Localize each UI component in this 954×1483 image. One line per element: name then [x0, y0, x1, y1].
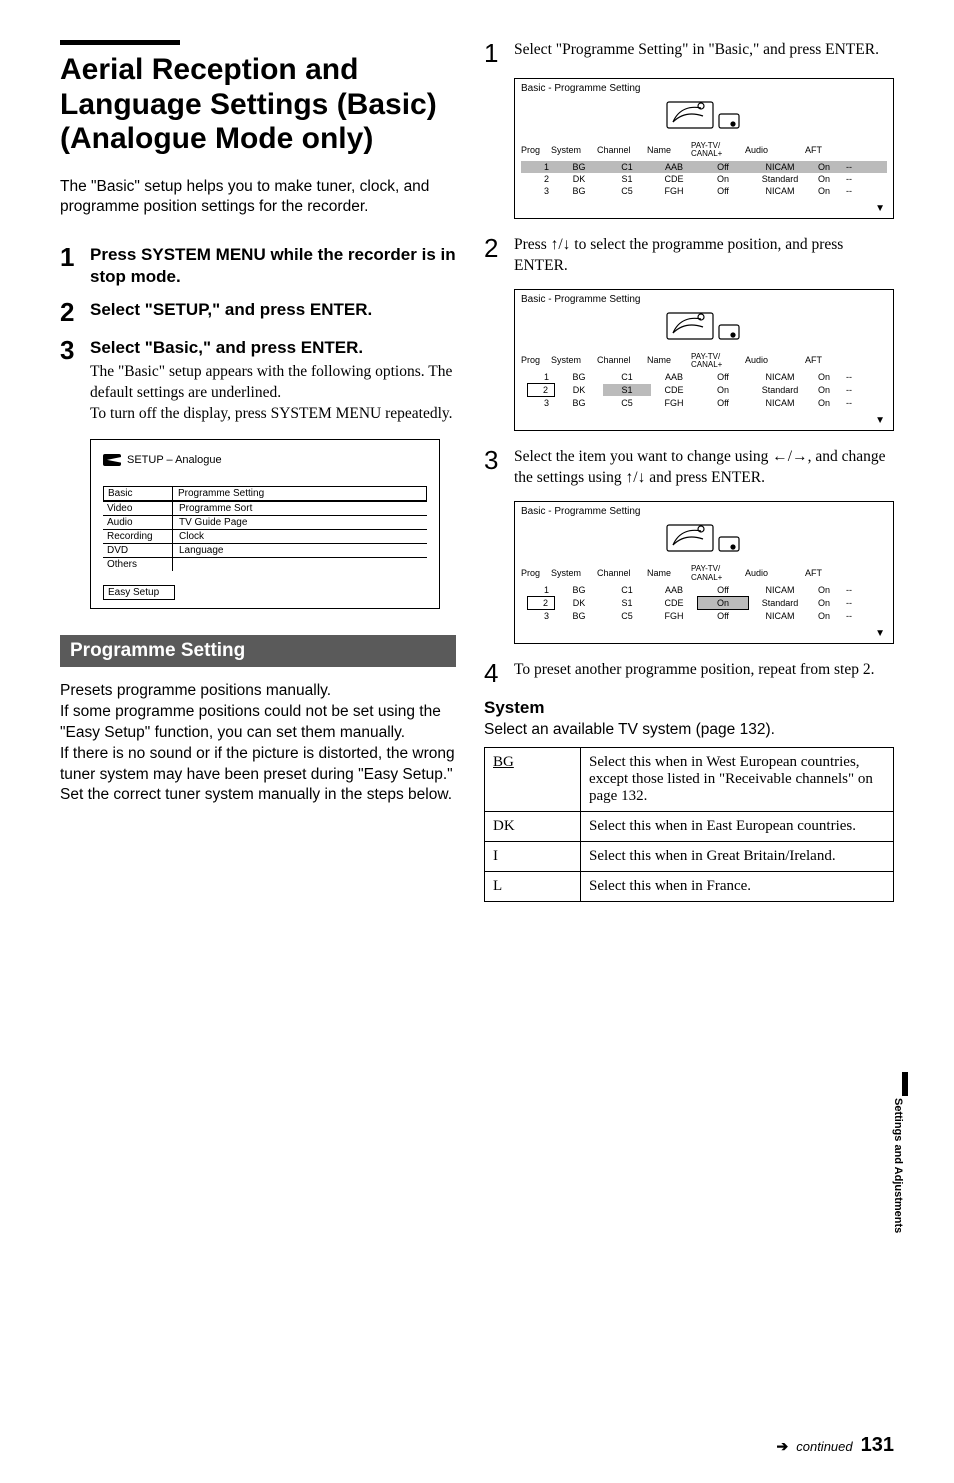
step-number: 2 — [60, 299, 90, 325]
system-desc: Select this when in West European countr… — [581, 748, 893, 811]
programme-setting-text: Presets programme positions manually. If… — [60, 681, 456, 807]
step-text: Select "SETUP," and press ENTER. — [90, 299, 372, 320]
step-text: Select "Programme Setting" in "Basic," a… — [514, 40, 879, 61]
antenna-icon — [515, 305, 893, 350]
setup-left: Recording — [103, 530, 173, 543]
step-number: 2 — [484, 235, 514, 261]
side-tab-marker — [902, 1072, 908, 1096]
setup-title: SETUP – Analogue — [127, 454, 222, 466]
panel-title: Basic - Programme Setting — [515, 79, 893, 94]
page-title: Aerial Reception and Language Settings (… — [60, 53, 456, 157]
intro-text: The "Basic" setup helps you to make tune… — [60, 177, 456, 219]
side-tab-label: Settings and Adjustments — [892, 1098, 904, 1233]
system-desc: Select this when in East European countr… — [581, 812, 893, 841]
setup-left: Audio — [103, 516, 173, 529]
continued-label: continued — [796, 1439, 852, 1454]
setup-row[interactable]: Basic Programme Setting — [103, 486, 427, 501]
side-tab: Settings and Adjustments — [892, 1072, 908, 1233]
step-number: 4 — [484, 660, 514, 686]
continued-arrow-icon: ➔ — [777, 1438, 789, 1455]
setup-left: Video — [103, 502, 173, 515]
table-row: DK Select this when in East European cou… — [485, 811, 893, 841]
setup-header: SETUP – Analogue — [103, 454, 427, 466]
system-table: BG Select this when in West European cou… — [484, 747, 894, 902]
antenna-icon — [515, 94, 893, 139]
step-number: 1 — [60, 244, 90, 270]
system-key: L — [485, 872, 581, 901]
step-text: Press SYSTEM MENU while the recorder is … — [90, 244, 456, 287]
step-text: To preset another programme position, re… — [514, 660, 874, 681]
system-key: BG — [485, 748, 581, 811]
table-row[interactable]: 1BG C1AAB OffNICAM On-- — [521, 371, 887, 383]
scroll-down-icon[interactable]: ▼ — [515, 628, 893, 643]
step-number: 1 — [484, 40, 514, 66]
table-row[interactable]: 1BG C1AAB OffNICAM On-- — [521, 584, 887, 596]
panel-header-row: ProgSystem ChannelName PAY-TV/ CANAL+ Au… — [515, 562, 893, 584]
setup-row[interactable]: Video Programme Sort — [103, 501, 427, 515]
table-row[interactable]: 2DK S1CDE OnStandard On-- — [521, 596, 887, 610]
setup-right — [173, 558, 427, 571]
panel-title: Basic - Programme Setting — [515, 290, 893, 305]
step-2: 2 Select "SETUP," and press ENTER. — [60, 299, 456, 325]
setup-right: Clock — [173, 530, 427, 543]
setup-row[interactable]: Others — [103, 557, 427, 571]
step-number: 3 — [60, 337, 90, 363]
antenna-icon — [515, 517, 893, 562]
setup-right: Programme Setting — [172, 487, 426, 500]
system-key: I — [485, 842, 581, 871]
panel-header-row: ProgSystem ChannelName PAY-TV/ CANAL+ Au… — [515, 350, 893, 372]
setup-left: Others — [103, 558, 173, 571]
panel-title: Basic - Programme Setting — [515, 502, 893, 517]
table-row: BG Select this when in West European cou… — [485, 748, 893, 811]
system-heading: System — [484, 698, 894, 718]
setup-left: Basic — [103, 486, 173, 501]
programme-setting-panel-1: Basic - Programme Setting ProgSystem Cha… — [514, 78, 894, 219]
easy-setup-button[interactable]: Easy Setup — [103, 585, 175, 600]
right-step-4: 4 To preset another programme position, … — [484, 660, 894, 686]
setup-row[interactable]: Recording Clock — [103, 529, 427, 543]
page-number: 131 — [861, 1434, 894, 1457]
table-row[interactable]: 3BG C5FGH OffNICAM On-- — [521, 185, 887, 197]
footer: ➔ continued 131 — [777, 1434, 895, 1457]
table-row[interactable]: 2DK S1CDE OnStandard On-- — [521, 383, 887, 397]
toolbox-icon — [103, 454, 121, 466]
step-3: 3 Select "Basic," and press ENTER. The "… — [60, 337, 456, 425]
step-number: 3 — [484, 447, 514, 473]
setup-left: DVD — [103, 544, 173, 557]
table-row: L Select this when in France. — [485, 871, 893, 901]
step-text: Press ↑/↓ to select the programme positi… — [514, 235, 894, 277]
step-text: Select the item you want to change using… — [514, 447, 894, 489]
right-step-2: 2 Press ↑/↓ to select the programme posi… — [484, 235, 894, 277]
right-step-3: 3 Select the item you want to change usi… — [484, 447, 894, 489]
step-text: Select "Basic," and press ENTER. — [90, 337, 456, 358]
setup-right: Language — [173, 544, 427, 557]
setup-panel: SETUP – Analogue Basic Programme Setting… — [90, 439, 440, 609]
right-step-1: 1 Select "Programme Setting" in "Basic,"… — [484, 40, 894, 66]
step-subtext: The "Basic" setup appears with the follo… — [90, 362, 456, 425]
setup-row[interactable]: Audio TV Guide Page — [103, 515, 427, 529]
system-desc: Select this when in Great Britain/Irelan… — [581, 842, 893, 871]
setup-row[interactable]: DVD Language — [103, 543, 427, 557]
programme-setting-panel-2: Basic - Programme Setting ProgSystem Cha… — [514, 289, 894, 432]
table-row[interactable]: 3BG C5FGH OffNICAM On-- — [521, 397, 887, 409]
system-subtext: Select an available TV system (page 132)… — [484, 720, 894, 741]
scroll-down-icon[interactable]: ▼ — [515, 415, 893, 430]
setup-right: TV Guide Page — [173, 516, 427, 529]
title-rule — [60, 40, 180, 45]
panel-header-row: ProgSystem ChannelName PAY-TV/ CANAL+ Au… — [515, 139, 893, 161]
table-row[interactable]: 1BG C1AAB OffNICAM On-- — [521, 161, 887, 173]
system-key: DK — [485, 812, 581, 841]
setup-right: Programme Sort — [173, 502, 427, 515]
table-row[interactable]: 2DK S1CDE OnStandard On-- — [521, 173, 887, 185]
scroll-down-icon[interactable]: ▼ — [515, 203, 893, 218]
table-row[interactable]: 3BG C5FGH OffNICAM On-- — [521, 610, 887, 622]
system-desc: Select this when in France. — [581, 872, 893, 901]
programme-setting-panel-3: Basic - Programme Setting ProgSystem Cha… — [514, 501, 894, 644]
section-heading: Programme Setting — [60, 635, 456, 667]
table-row: I Select this when in Great Britain/Irel… — [485, 841, 893, 871]
step-1: 1 Press SYSTEM MENU while the recorder i… — [60, 244, 456, 287]
